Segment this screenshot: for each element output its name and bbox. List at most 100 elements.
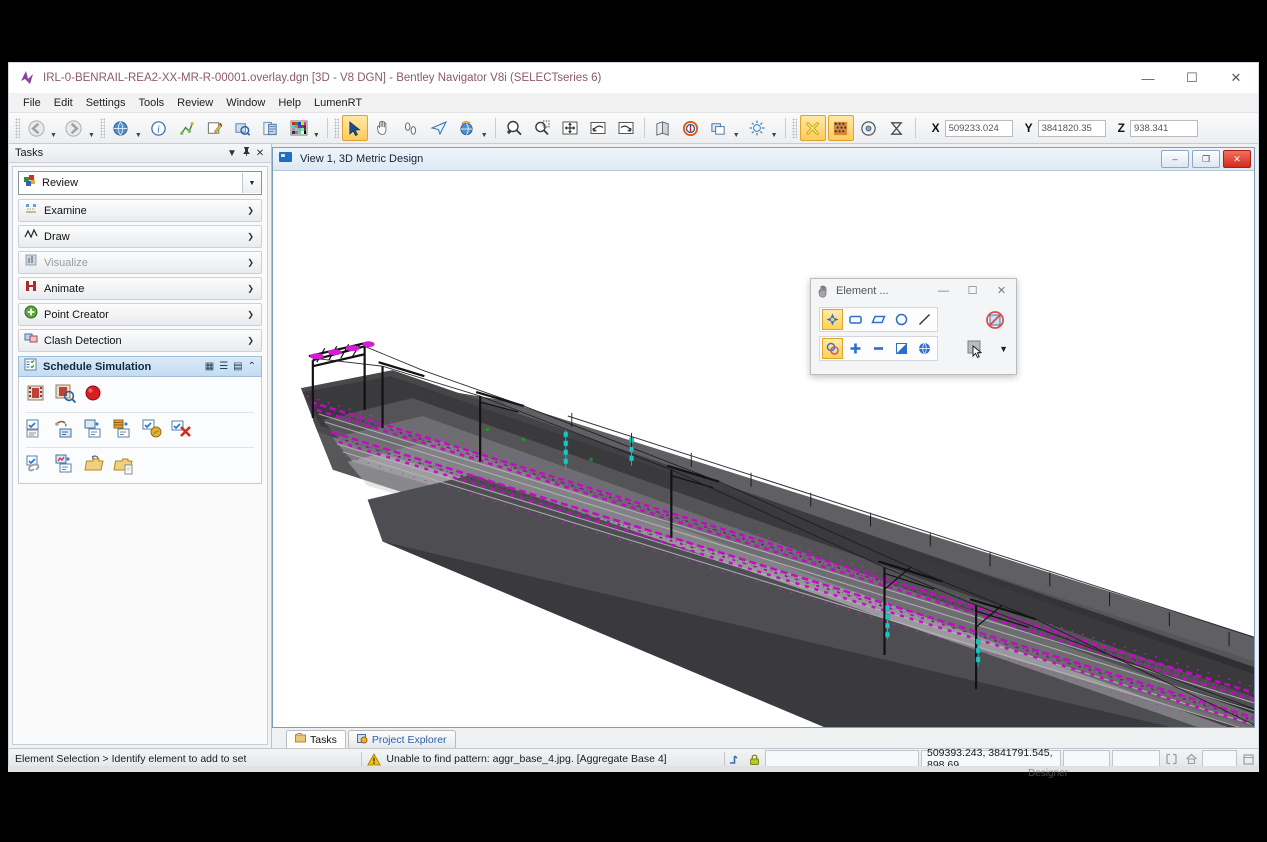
view-close-button[interactable]: ✕ [1223, 150, 1251, 168]
task-group-visualize[interactable]: Visualize ❯ [18, 251, 262, 274]
chevron-down-icon[interactable]: ❯ [247, 284, 254, 293]
hourglass-icon[interactable] [884, 115, 910, 141]
attach-schedule-icon[interactable] [25, 453, 52, 477]
globe-dropdown[interactable]: ▼ [135, 132, 142, 143]
coord-input-z[interactable] [1129, 119, 1198, 137]
fit-view-icon[interactable] [557, 115, 583, 141]
preview-schedule-icon[interactable] [54, 383, 81, 407]
forward-dropdown[interactable]: ▼ [88, 132, 95, 143]
lighting-dropdown[interactable]: ▼ [771, 132, 778, 143]
view-restore-button[interactable]: ❐ [1192, 150, 1220, 168]
chevron-down-icon[interactable]: ❯ [247, 336, 254, 345]
magnifier-window-icon[interactable] [529, 115, 555, 141]
close-button[interactable]: ✕ [1214, 63, 1258, 93]
saved-view-icon[interactable] [230, 115, 256, 141]
open-schedule-icon[interactable] [83, 453, 110, 477]
delete-task-icon[interactable] [170, 418, 197, 442]
clash-x-icon[interactable] [799, 115, 826, 141]
apply-task-icon[interactable] [141, 418, 168, 442]
menu-item-settings[interactable]: Settings [86, 97, 126, 109]
subtract-selection-icon[interactable] [868, 338, 889, 359]
chevron-down-icon[interactable]: ▼ [242, 173, 261, 193]
copy-view-icon[interactable] [706, 115, 732, 141]
menu-item-help[interactable]: Help [278, 97, 301, 109]
chevron-down-icon[interactable]: ❯ [247, 310, 254, 319]
task-group-clash-detection[interactable]: Clash Detection ❯ [18, 329, 262, 352]
menu-item-window[interactable]: Window [226, 97, 265, 109]
task-group-animate[interactable]: Animate ❯ [18, 277, 262, 300]
bottom-tab-project-explorer[interactable]: Project Explorer [347, 730, 456, 748]
view-previous-icon[interactable] [585, 115, 611, 141]
paper-plane-icon[interactable] [426, 115, 452, 141]
chevron-down-icon[interactable]: ❯ [247, 232, 254, 241]
import-task-icon[interactable] [54, 453, 81, 477]
coord-input-x[interactable] [944, 119, 1013, 137]
view-minimize-button[interactable]: – [1161, 150, 1189, 168]
all-selection-icon[interactable] [914, 338, 935, 359]
shape-select-icon[interactable] [868, 309, 889, 330]
create-task-icon[interactable] [25, 418, 52, 442]
new-selection-icon[interactable] [822, 338, 843, 359]
line-select-icon[interactable] [914, 309, 935, 330]
export-schedule-icon[interactable] [112, 453, 139, 477]
color-grid-icon[interactable] [286, 115, 312, 141]
attach-element-icon[interactable] [83, 418, 110, 442]
chevron-down-icon[interactable]: ▼ [225, 148, 239, 159]
globe-icon[interactable] [108, 115, 134, 141]
copy-dropdown[interactable]: ▼ [733, 132, 740, 143]
railway-3d-model[interactable] [273, 171, 1254, 727]
toolbar-gripper[interactable] [15, 118, 20, 138]
footprints-icon[interactable] [398, 115, 424, 141]
active-task-combo[interactable]: Review ▼ [18, 171, 262, 195]
menu-item-file[interactable]: File [23, 97, 41, 109]
references-icon[interactable] [258, 115, 284, 141]
assign-resource-icon[interactable] [112, 418, 139, 442]
circle-select-icon[interactable] [891, 309, 912, 330]
detail-view-icon[interactable]: ▤ [233, 361, 242, 372]
add-selection-icon[interactable] [845, 338, 866, 359]
record-icon[interactable] [83, 383, 110, 407]
pencil-note-icon[interactable] [202, 115, 228, 141]
toolbar-gripper-4[interactable] [791, 118, 797, 138]
menu-item-lumenrt[interactable]: LumenRT [314, 97, 362, 109]
element-dialog-maximize[interactable]: ☐ [958, 279, 987, 302]
levels-icon[interactable] [174, 115, 200, 141]
block-select-icon[interactable] [845, 309, 866, 330]
toolbar-gripper-3[interactable] [333, 118, 339, 138]
chevron-down-icon[interactable]: ❯ [247, 258, 254, 267]
menu-item-review[interactable]: Review [177, 97, 213, 109]
pointer-tool-icon[interactable] [962, 336, 988, 361]
element-dialog-close[interactable]: ✕ [987, 279, 1016, 302]
minimize-button[interactable]: — [1126, 63, 1170, 93]
task-group-draw[interactable]: Draw ❯ [18, 225, 262, 248]
toolbar-gripper-2[interactable] [99, 118, 105, 138]
element-dialog-minimize[interactable]: — [929, 279, 958, 302]
bottom-tab-tasks[interactable]: Tasks [286, 730, 346, 748]
grid-view-icon[interactable]: ▦ [205, 361, 214, 372]
list-view-icon[interactable]: ☰ [219, 361, 228, 372]
color-dropdown[interactable]: ▼ [313, 132, 320, 143]
task-group-point-creator[interactable]: Point Creator ❯ [18, 303, 262, 326]
schedule-simulation-header[interactable]: Schedule Simulation ▦ ☰ ▤ ⌃ [18, 356, 262, 377]
back-dropdown[interactable]: ▼ [50, 132, 57, 143]
rotate-dropdown[interactable]: ▼ [481, 132, 488, 143]
view-canvas[interactable]: 艾三维集团 I3VGROUP [273, 171, 1254, 727]
hand-icon[interactable] [370, 115, 396, 141]
maximize-button[interactable]: ☐ [1170, 63, 1214, 93]
collapse-icon[interactable]: ⌃ [248, 361, 256, 372]
forward-button[interactable] [61, 115, 87, 141]
target-circle-icon[interactable] [856, 115, 882, 141]
rotate-globe-icon[interactable] [454, 115, 480, 141]
individual-select-icon[interactable] [822, 309, 843, 330]
animate-schedule-icon[interactable] [25, 383, 52, 407]
view-next-icon[interactable] [613, 115, 639, 141]
sun-icon[interactable] [744, 115, 770, 141]
clear-selection-icon[interactable] [982, 307, 1007, 332]
magnifier-plus-icon[interactable] [501, 115, 527, 141]
element-selection-dialog[interactable]: Element ... — ☐ ✕ ▼ [810, 278, 1017, 375]
close-icon[interactable]: ✕ [253, 148, 267, 159]
clash-circle-icon[interactable] [678, 115, 704, 141]
display-style-icon[interactable] [650, 115, 676, 141]
chevron-down-icon[interactable]: ▼ [999, 344, 1008, 354]
pin-icon[interactable] [239, 146, 253, 160]
